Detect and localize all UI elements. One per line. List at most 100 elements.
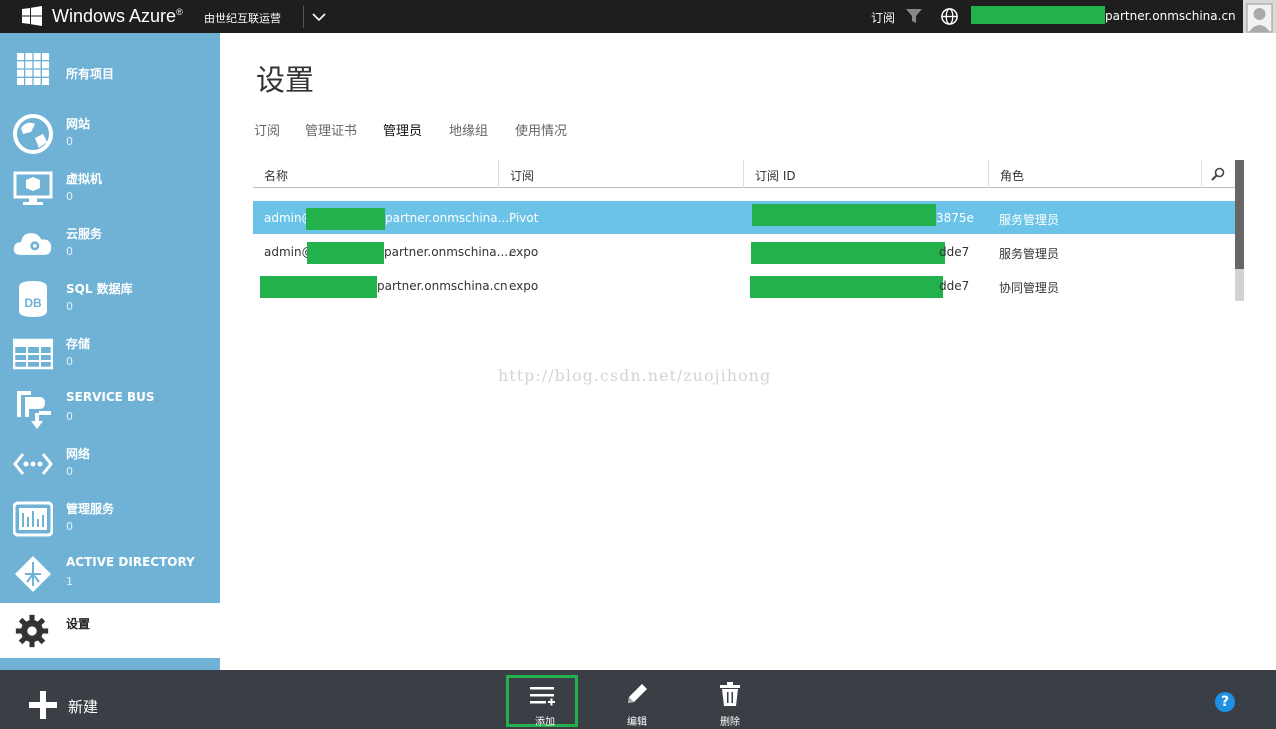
edit-button-label: 编辑 [627,717,647,728]
sidebar-item-label: 网络 [66,447,91,461]
topbar-divider [303,6,304,28]
tab-affinity-groups[interactable]: 地缘组 [449,120,488,139]
sidebar-item-count: 0 [66,190,73,203]
redacted-name [307,242,384,264]
sidebar-item-count: 0 [66,135,73,148]
sidebar-item-label: ACTIVE DIRECTORY [66,555,195,569]
website-globe-icon [13,114,53,154]
admin-role: 服务管理员 [999,213,1060,227]
sidebar-item-count: 0 [66,355,73,368]
subscriptions-label[interactable]: 订阅 [871,9,895,26]
storage-table-icon [13,338,53,370]
redacted-subscription-id [752,204,936,226]
column-header-role[interactable]: 角色 [988,160,1201,188]
table-header: 名称 订阅 订阅 ID 角色 [253,160,1235,188]
table-row[interactable]: partner.onmschina.cn expo dde7 协同管理员 [253,269,1235,302]
help-button[interactable]: ? [1215,692,1235,712]
windows-logo-icon[interactable] [22,6,42,26]
sidebar-item-count: 0 [66,245,73,258]
subscription-id-suffix: dde7 [939,279,970,293]
gear-icon [15,614,49,648]
admin-name-suffix: partner.onmschina.... [385,211,513,225]
watermark: http://blog.csdn.net/zuojihong [498,366,772,385]
main-content: 设置 订阅 管理证书 管理员 地缘组 使用情况 名称 订阅 订阅 ID 角色 a… [220,33,1276,670]
sidebar-item-virtual-machines[interactable]: 虚拟机 0 [0,157,220,212]
globe-icon[interactable] [940,7,959,26]
management-services-icon [13,501,53,537]
edit-button[interactable]: 编辑 [601,675,673,728]
pencil-icon [628,684,647,703]
network-icon [13,453,53,475]
add-button-label: 添加 [535,717,555,728]
plus-icon [29,691,57,719]
admin-role: 服务管理员 [999,247,1060,261]
tab-management-certificates[interactable]: 管理证书 [305,120,357,139]
subscription-id-suffix: dde7 [939,245,970,259]
sidebar-item-networks[interactable]: 网络 0 [0,432,220,487]
admin-name-suffix: partner.onmschina.... [384,245,512,259]
sidebar-item-cloud-services[interactable]: 云服务 0 [0,212,220,267]
sidebar-item-count: 0 [66,520,73,533]
table-scrollbar[interactable] [1235,160,1244,301]
delete-button[interactable]: 删除 [694,675,766,728]
avatar[interactable] [1243,0,1276,33]
virtual-machine-icon [13,171,53,205]
service-bus-icon [17,391,51,429]
operator-label: 由世纪互联运营 [204,12,281,25]
table-row[interactable]: admin@ partner.onmschina.... Pivot 3875e… [253,201,1235,234]
active-directory-icon [15,556,51,592]
sidebar-item-count: 0 [66,410,73,423]
sidebar-item-label: 网站 [66,117,91,131]
scrollbar-thumb[interactable] [1235,160,1244,269]
database-icon: DB [19,281,47,317]
tab-usage[interactable]: 使用情况 [515,120,567,139]
add-button[interactable]: 添加 [506,675,578,728]
column-header-subscription[interactable]: 订阅 [498,160,743,188]
svg-text:DB: DB [24,296,42,310]
sidebar-item-label: 虚拟机 [66,172,103,186]
admin-name-suffix: partner.onmschina.cn [377,279,508,293]
table-row[interactable]: admin@ partner.onmschina.... expo dde7 服… [253,235,1235,268]
filter-icon[interactable] [905,8,923,25]
tab-subscriptions[interactable]: 订阅 [254,120,280,139]
add-list-icon [530,687,555,706]
grid-icon [17,53,49,85]
redacted-name [260,276,377,298]
sidebar-item-count: 0 [66,300,73,313]
sidebar-item-label: SERVICE BUS [66,390,155,404]
new-button[interactable]: 新建 [29,689,119,719]
sidebar-item-service-bus[interactable]: SERVICE BUS 0 [0,377,220,432]
sidebar-item-label: 云服务 [66,227,103,241]
table-search-button[interactable] [1201,160,1235,188]
subscription-name: Pivot [509,211,539,225]
sidebar-item-storage[interactable]: 存储 0 [0,322,220,377]
brand-name[interactable]: Windows Azure® [52,6,183,27]
sidebar-item-all-items[interactable]: 所有项目 [0,47,220,102]
sidebar-item-label: 管理服务 [66,502,115,516]
redacted-account-name [971,6,1105,24]
sidebar-item-label: 设置 [66,617,91,631]
column-header-name[interactable]: 名称 [253,160,498,188]
sidebar-item-count: 0 [66,465,73,478]
sidebar-item-sql-database[interactable]: DB SQL 数据库 0 [0,267,220,322]
chevron-down-icon[interactable] [311,9,327,25]
tab-administrators[interactable]: 管理员 [383,120,422,139]
trash-icon [720,682,740,706]
sidebar-item-settings[interactable]: 设置 [0,603,220,658]
sidebar-item-label: 所有项目 [66,67,115,81]
redacted-name [306,208,385,230]
sidebar-item-count: 1 [66,575,73,588]
page-title: 设置 [256,63,315,97]
search-icon [1211,167,1225,181]
sidebar-item-management-services[interactable]: 管理服务 0 [0,487,220,542]
sidebar-item-active-directory[interactable]: ACTIVE DIRECTORY 1 [0,542,220,597]
delete-button-label: 删除 [720,717,740,728]
account-name[interactable]: partner.onmschina.cn [1105,9,1236,23]
redacted-subscription-id [751,242,945,264]
sidebar-item-websites[interactable]: 网站 0 [0,102,220,157]
redacted-subscription-id [750,276,943,298]
top-bar: Windows Azure® 由世纪互联运营 订阅 partner.onmsch… [0,0,1276,33]
column-header-subscription-id[interactable]: 订阅 ID [743,160,988,188]
subscription-id-suffix: 3875e [936,211,974,225]
cloud-service-icon [13,233,52,255]
